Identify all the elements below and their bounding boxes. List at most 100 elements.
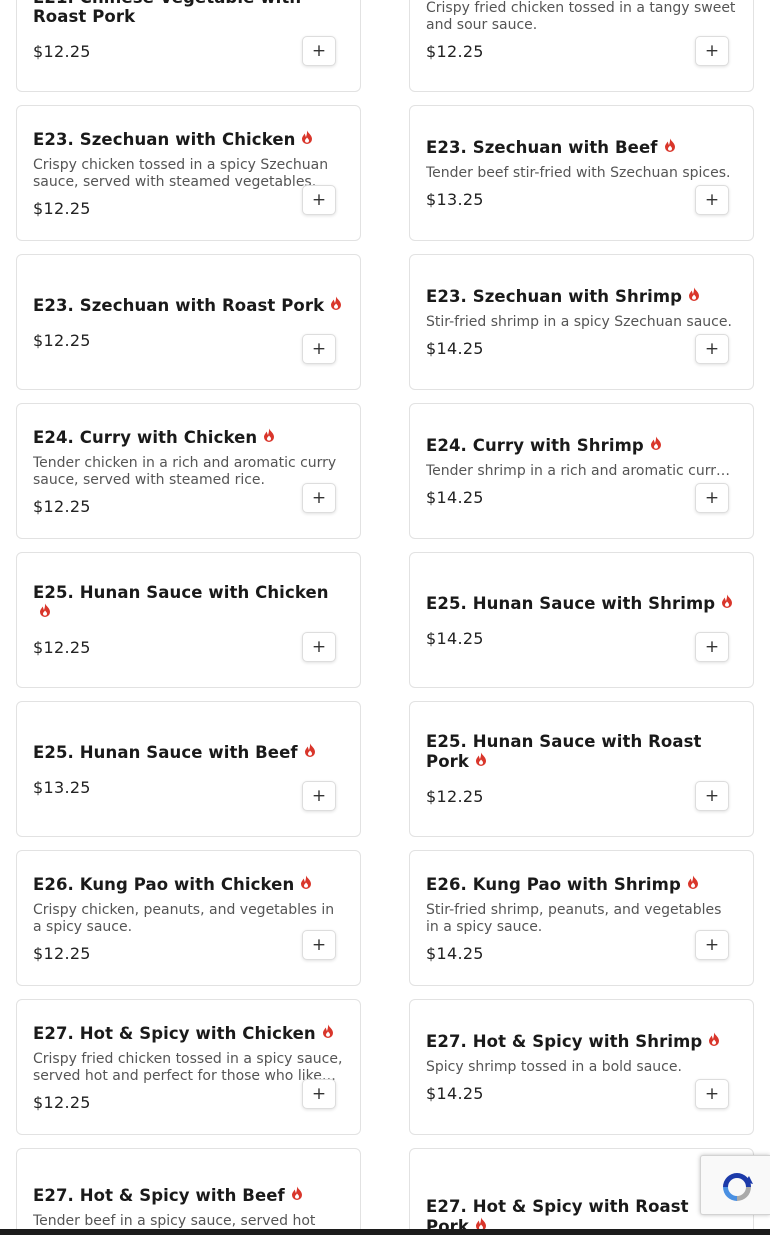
menu-item-title: E23. Szechuan with Roast Pork <box>33 295 344 315</box>
menu-item-title: E23. Szechuan with Chicken <box>33 129 344 149</box>
menu-item-title: E27. Hot & Spicy with Shrimp <box>426 1031 737 1051</box>
menu-item-title-text: E23. Szechuan with Beef <box>426 138 658 157</box>
menu-item-price: $13.25 <box>426 190 484 209</box>
add-to-cart-button[interactable]: + <box>695 185 729 215</box>
menu-item-title: E26. Kung Pao with Chicken <box>33 874 344 894</box>
menu-item-card[interactable]: E22. Sweet & Sour with ChickenCrispy fri… <box>409 0 754 92</box>
menu-item-content: E25. Hunan Sauce with Shrimp $14.25 <box>426 553 737 687</box>
menu-item-card[interactable]: E23. Szechuan with Roast Pork $12.25 + <box>16 254 361 390</box>
add-to-cart-button[interactable]: + <box>695 781 729 811</box>
menu-item-title-text: E25. Hunan Sauce with Chicken <box>33 583 329 602</box>
menu-item-card[interactable]: E27. Hot & Spicy with Chicken Crispy frie… <box>16 999 361 1135</box>
menu-item-card[interactable]: E21. Chinese Vegetable with Roast Pork $1… <box>16 0 361 92</box>
menu-item-title: E24. Curry with Chicken <box>33 427 344 447</box>
plus-icon: + <box>311 339 327 359</box>
menu-item-content: E27. Hot & Spicy with Beef Tender beef in… <box>33 1149 344 1235</box>
menu-item-card[interactable]: E23. Szechuan with Beef Tender beef stir-… <box>409 105 754 241</box>
plus-icon: + <box>704 637 720 657</box>
menu-item-content: E23. Szechuan with Chicken Crispy chicken… <box>33 106 344 240</box>
menu-item-content: E25. Hunan Sauce with Beef $13.25 <box>33 702 344 836</box>
menu-item-title-text: E25. Hunan Sauce with Beef <box>33 742 298 762</box>
plus-icon: + <box>704 786 720 806</box>
flame-icon <box>263 427 275 442</box>
menu-item-title-text: E27. Hot & Spicy with Shrimp <box>426 1032 703 1051</box>
menu-item-card[interactable]: E25. Hunan Sauce with Roast Pork $12.25 + <box>409 701 754 837</box>
menu-item-content: E25. Hunan Sauce with Roast Pork $12.25 <box>426 702 737 836</box>
menu-item-card[interactable]: E24. Curry with Chicken Tender chicken in… <box>16 403 361 539</box>
menu-item-description: Stir-fried shrimp in a spicy Szechuan sa… <box>426 314 732 330</box>
menu-item-card[interactable]: E23. Szechuan with Chicken Crispy chicken… <box>16 105 361 241</box>
add-to-cart-button[interactable]: + <box>695 483 729 513</box>
menu-item-title: E24. Curry with Shrimp <box>426 435 737 455</box>
menu-item-title: E27. Hot & Spicy with Beef <box>33 1185 344 1205</box>
flame-icon <box>475 1216 487 1231</box>
menu-item-card[interactable]: E24. Curry with Shrimp Tender shrimp in a… <box>409 403 754 539</box>
menu-item-description: Spicy shrimp tossed in a bold sauce. <box>426 1059 682 1075</box>
plus-icon: + <box>311 786 327 806</box>
menu-item-title: E23. Szechuan with Beef <box>426 137 737 157</box>
menu-item-price: $12.25 <box>426 42 484 61</box>
menu-item-title: E21. Chinese Vegetable with Roast Pork <box>33 0 344 26</box>
menu-item-price: $14.25 <box>426 628 484 648</box>
add-to-cart-button[interactable]: + <box>302 632 336 662</box>
menu-item-card[interactable]: E26. Kung Pao with Chicken Crispy chicken… <box>16 850 361 986</box>
plus-icon: + <box>704 488 720 508</box>
add-to-cart-button[interactable]: + <box>302 334 336 364</box>
plus-icon: + <box>311 1084 327 1104</box>
plus-icon: + <box>311 488 327 508</box>
menu-item-price: $12.25 <box>33 1092 91 1112</box>
menu-item-price: $14.25 <box>426 943 484 963</box>
plus-icon: + <box>311 190 327 210</box>
menu-item-card[interactable]: E25. Hunan Sauce with Shrimp $14.25 + <box>409 552 754 688</box>
recaptcha-badge[interactable] <box>700 1155 770 1215</box>
add-to-cart-button[interactable]: + <box>302 36 336 66</box>
menu-item-title-text: E27. Hot & Spicy with Beef <box>33 1186 285 1205</box>
menu-item-title-text: E23. Szechuan with Chicken <box>33 129 296 149</box>
flame-icon <box>300 874 312 889</box>
menu-item-title: E27. Hot & Spicy with Chicken <box>33 1023 344 1043</box>
menu-item-card[interactable]: E25. Hunan Sauce with Chicken $12.25 + <box>16 552 361 688</box>
add-to-cart-button[interactable]: + <box>302 1079 336 1109</box>
menu-item-card[interactable]: E27. Hot & Spicy with Beef Tender beef in… <box>16 1148 361 1235</box>
add-to-cart-button[interactable]: + <box>695 930 729 960</box>
menu-item-price: $13.25 <box>33 777 91 797</box>
menu-item-content: E23. Szechuan with Beef Tender beef stir-… <box>426 106 737 240</box>
menu-item-content: E27. Hot & Spicy with Shrimp Spicy shrimp… <box>426 1000 737 1134</box>
menu-item-price: $12.25 <box>426 787 484 806</box>
menu-item-card[interactable]: E26. Kung Pao with Shrimp Stir-fried shri… <box>409 850 754 986</box>
menu-item-card[interactable]: E23. Szechuan with Shrimp Stir-fried shri… <box>409 254 754 390</box>
menu-item-title: E25. Hunan Sauce with Chicken <box>33 583 344 622</box>
add-to-cart-button[interactable]: + <box>695 1079 729 1109</box>
menu-item-content: E27. Hot & Spicy with Chicken Crispy frie… <box>33 1000 344 1134</box>
plus-icon: + <box>704 935 720 955</box>
menu-item-content: E21. Chinese Vegetable with Roast Pork $1… <box>33 0 344 91</box>
menu-item-price: $14.25 <box>426 339 484 358</box>
add-to-cart-button[interactable]: + <box>302 483 336 513</box>
menu-item-content: E24. Curry with Chicken Tender chicken in… <box>33 404 344 538</box>
add-to-cart-button[interactable]: + <box>302 781 336 811</box>
flame-icon <box>688 286 700 301</box>
flame-icon <box>664 137 676 152</box>
menu-item-card[interactable]: E25. Hunan Sauce with Beef $13.25 + <box>16 701 361 837</box>
menu-item-description: Crispy chicken, peanuts, and vegetables … <box>33 901 335 935</box>
add-to-cart-button[interactable]: + <box>695 36 729 66</box>
menu-item-title-text: E24. Curry with Chicken <box>33 427 258 447</box>
flame-icon <box>322 1023 334 1038</box>
add-to-cart-button[interactable]: + <box>695 632 729 662</box>
add-to-cart-button[interactable]: + <box>695 334 729 364</box>
menu-item-price: $12.25 <box>33 330 91 350</box>
menu-item-description: Stir-fried shrimp, peanuts, and vegetabl… <box>426 901 722 935</box>
plus-icon: + <box>704 1084 720 1104</box>
menu-item-content: E24. Curry with Shrimp Tender shrimp in a… <box>426 404 737 538</box>
menu-item-title-text: E25. Hunan Sauce with Roast Pork <box>426 732 702 771</box>
flame-icon <box>291 1185 303 1200</box>
menu-item-title-text: E21. Chinese Vegetable with Roast Pork <box>33 0 301 26</box>
menu-item-price: $12.25 <box>33 198 91 218</box>
menu-item-description: Tender beef stir-fried with Szechuan spi… <box>426 165 731 181</box>
menu-item-title-text: E23. Szechuan with Roast Pork <box>33 295 325 315</box>
menu-item-title-text: E25. Hunan Sauce with Shrimp <box>426 593 716 613</box>
bottom-bar <box>0 1229 770 1235</box>
menu-item-card[interactable]: E27. Hot & Spicy with Shrimp Spicy shrimp… <box>409 999 754 1135</box>
add-to-cart-button[interactable]: + <box>302 185 336 215</box>
add-to-cart-button[interactable]: + <box>302 930 336 960</box>
